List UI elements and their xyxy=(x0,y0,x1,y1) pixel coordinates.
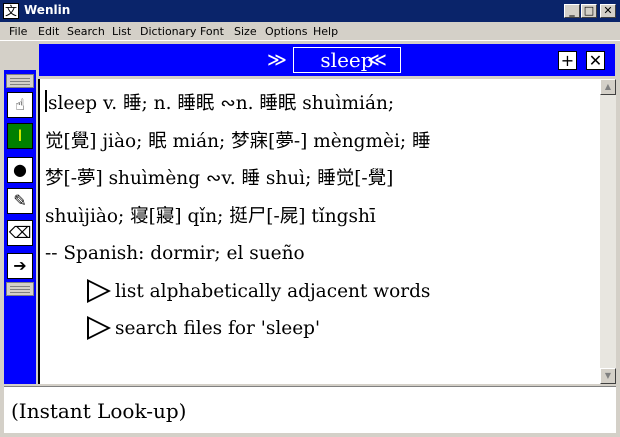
window-title: Wenlin xyxy=(24,3,71,17)
menu-file[interactable]: File xyxy=(9,25,27,38)
list-adjacent-link-text[interactable]: list alphabetically adjacent words xyxy=(115,281,430,302)
palette-top-grip[interactable] xyxy=(6,74,34,88)
back-arrows-icon[interactable]: ≪ xyxy=(367,49,387,71)
close-pane-button[interactable]: ✕ xyxy=(586,51,605,70)
instant-lookup-text: (Instant Look-up) xyxy=(11,399,187,423)
close-window-button[interactable]: ✕ xyxy=(600,4,616,18)
triangle-link-icon xyxy=(87,316,111,340)
text-caret xyxy=(45,90,47,112)
entry-line: shuìjiào; 寝[寢] qǐn; 挺尸[-屍] tǐngshī xyxy=(45,198,597,236)
eraser-icon[interactable]: ⌫ xyxy=(7,220,33,246)
tool-palette: ☝ I ● ✎ ⌫ ➔ xyxy=(4,70,36,384)
menu-font[interactable]: Font xyxy=(200,25,224,38)
menu-dictionary[interactable]: Dictionary xyxy=(140,25,196,38)
menu-edit[interactable]: Edit xyxy=(38,25,59,38)
menu-separator xyxy=(0,40,620,41)
vertical-scrollbar[interactable]: ▲ ▼ xyxy=(600,79,616,384)
instant-lookup-pane[interactable]: (Instant Look-up) xyxy=(4,386,616,433)
entry-line: 觉[覺] jiào; 眠 mián; 梦寐[夢-] mèngmèi; 睡 xyxy=(45,123,597,161)
minimize-button[interactable]: _ xyxy=(564,4,580,18)
hand-icon[interactable]: ☝ xyxy=(7,92,33,118)
scroll-down-button[interactable]: ▼ xyxy=(600,368,616,384)
palette-bottom-grip[interactable] xyxy=(6,282,34,296)
wenlin-app-icon[interactable]: 文 xyxy=(3,3,19,19)
maximize-button[interactable]: □ xyxy=(581,4,597,18)
forward-arrows-icon[interactable]: ≫ xyxy=(267,49,287,71)
menu-size[interactable]: Size xyxy=(234,25,257,38)
title-bar: 文 Wenlin _ □ ✕ xyxy=(0,0,620,22)
entry-line: -- Spanish: dormir; el sueño xyxy=(45,235,597,273)
menu-search[interactable]: Search xyxy=(67,25,105,38)
pen-icon[interactable]: ✎ xyxy=(7,188,33,214)
menu-options[interactable]: Options xyxy=(265,25,307,38)
entry-line-text[interactable]: sleep v. 睡; n. 睡眠 ∾n. 睡眠 shuìmián; xyxy=(48,93,394,114)
entry-line-text[interactable]: 觉[覺] jiào; 眠 mián; 梦寐[夢-] mèngmèi; 睡 xyxy=(45,131,430,152)
entry-line-text[interactable]: 梦[-夢] shuìmèng ∾v. 睡 shuì; 睡觉[-覺] xyxy=(45,168,393,189)
search-files-link-text[interactable]: search files for 'sleep' xyxy=(115,318,320,339)
entry-text: sleep v. 睡; n. 睡眠 ∾n. 睡眠 shuìmián; 觉[覺] … xyxy=(45,85,597,348)
dot-icon[interactable]: ● xyxy=(7,157,33,183)
menu-bar: File Edit Search List Dictionary Font Si… xyxy=(0,22,620,41)
menu-list[interactable]: List xyxy=(112,25,131,38)
list-adjacent-link[interactable]: list alphabetically adjacent words xyxy=(45,273,597,311)
entry-line: sleep v. 睡; n. 睡眠 ∾n. 睡眠 shuìmián; xyxy=(45,85,597,123)
triangle-link-icon xyxy=(87,278,111,303)
entry-line-text[interactable]: shuìjiào; 寝[寢] qǐn; 挺尸[-屍] tǐngshī xyxy=(45,206,376,227)
entry-line: 梦[-夢] shuìmèng ∾v. 睡 shuì; 睡觉[-覺] xyxy=(45,160,597,198)
add-pane-button[interactable]: + xyxy=(558,51,577,70)
menu-help[interactable]: Help xyxy=(313,25,338,38)
text-cursor-icon[interactable]: I xyxy=(7,123,33,149)
entry-content-pane[interactable]: sleep v. 睡; n. 睡眠 ∾n. 睡眠 shuìmián; 觉[覺] … xyxy=(38,79,600,384)
entry-line-text: -- Spanish: dormir; el sueño xyxy=(45,243,305,264)
search-files-link[interactable]: search files for 'sleep' xyxy=(45,310,597,348)
arrow-icon[interactable]: ➔ xyxy=(7,253,33,279)
scroll-up-button[interactable]: ▲ xyxy=(600,79,616,95)
lookup-header-bar: ≫ sleep ≪ + ✕ xyxy=(39,44,615,76)
